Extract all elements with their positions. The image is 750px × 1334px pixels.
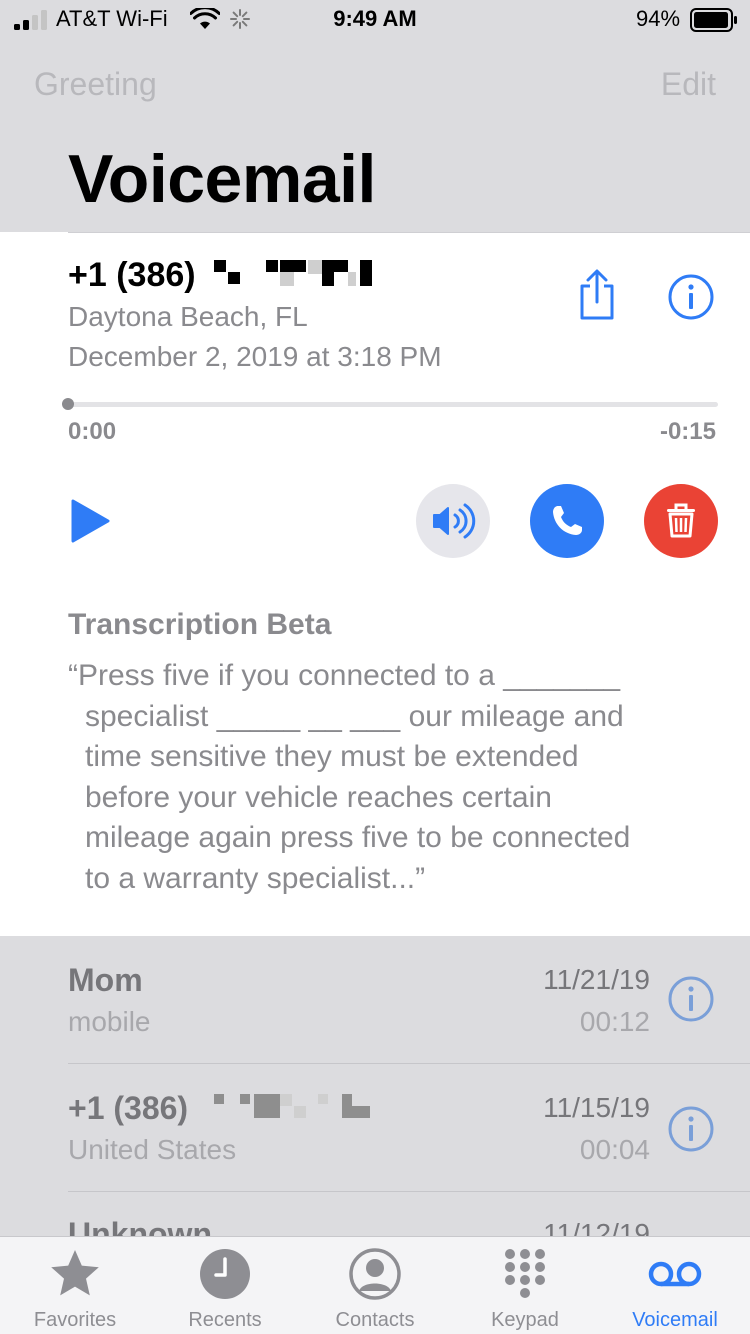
keypad-icon (505, 1249, 545, 1298)
row-caller-name: Unknown (68, 1216, 212, 1236)
transcription-line: to a warranty specialist...” (85, 861, 426, 895)
tab-label: Favorites (33, 1309, 117, 1331)
share-icon[interactable] (574, 268, 620, 322)
info-icon[interactable] (668, 1106, 714, 1152)
caller-location: Daytona Beach, FL (68, 301, 308, 332)
battery-percentage: 94% (636, 6, 681, 31)
voicemail-row[interactable]: Mom mobile 11/21/19 00:12 (0, 936, 750, 1064)
transcription-line: specialist _____ __ ___ our mileage and (85, 699, 624, 733)
row-caller-name: +1 (386) (68, 1090, 189, 1126)
tab-keypad[interactable]: Keypad (450, 1237, 600, 1334)
speaker-icon (433, 503, 476, 539)
caller-number: +1 (386) (68, 256, 196, 295)
elapsed-time: 0:00 (68, 418, 117, 445)
transcription-title: Transcription Beta (68, 608, 332, 641)
voicemail-datetime: December 2, 2019 at 3:18 PM (68, 341, 442, 372)
call-back-button[interactable] (530, 484, 604, 558)
clock-icon (200, 1249, 250, 1299)
tab-label: Contacts (335, 1309, 415, 1331)
row-caller-name: Mom (68, 962, 143, 998)
transcription-line: “Press five if you connected to a ______… (68, 659, 621, 692)
tab-bar: Favorites Recents Contacts Keypad Voicem… (0, 1236, 750, 1334)
redacted-number-block (214, 1094, 374, 1120)
tab-label: Voicemail (632, 1309, 718, 1331)
star-icon (51, 1250, 99, 1296)
transcription-text: “Press five if you connected to a ______… (68, 656, 728, 899)
row-caller-type: United States (68, 1134, 237, 1165)
row-date: 11/21/19 (543, 964, 650, 995)
transcription-line: time sensitive they must be extended (85, 740, 579, 773)
redacted-number-block (214, 260, 374, 288)
divider (68, 232, 750, 233)
tab-recents[interactable]: Recents (150, 1237, 300, 1334)
voicemail-icon (648, 1261, 702, 1287)
phone-icon (553, 506, 582, 535)
row-date: 11/15/19 (543, 1092, 650, 1123)
voicemail-row[interactable]: Unknown 11/12/19 (0, 1192, 750, 1236)
tab-contacts[interactable]: Contacts (300, 1237, 450, 1334)
voicemail-row[interactable]: +1 (386) United States 11/15/19 00:04 (0, 1064, 750, 1192)
row-duration: 00:04 (579, 1134, 650, 1165)
row-date: 11/12/19 (543, 1218, 650, 1236)
speaker-button[interactable] (416, 484, 490, 558)
info-icon[interactable] (668, 976, 714, 1022)
tab-label: Keypad (491, 1309, 559, 1331)
scrubber-handle[interactable] (62, 398, 74, 410)
page-title: Voicemail (68, 141, 376, 217)
info-icon[interactable] (668, 274, 714, 320)
tab-favorites[interactable]: Favorites (0, 1237, 150, 1334)
delete-button[interactable] (644, 484, 718, 558)
transcription-line: mileage again press five to be connected (85, 821, 631, 854)
row-duration: 00:12 (579, 1006, 650, 1037)
play-icon[interactable] (68, 498, 112, 544)
battery-icon (690, 8, 737, 32)
tab-label: Recents (188, 1309, 262, 1331)
remaining-time: -0:15 (659, 418, 716, 445)
status-bar: AT&T Wi-Fi 9:49 AM 94% (0, 0, 750, 40)
person-circle-icon (349, 1248, 401, 1300)
edit-button[interactable]: Edit (661, 66, 716, 103)
greeting-button[interactable]: Greeting (34, 66, 157, 103)
tab-voicemail[interactable]: Voicemail (600, 1237, 750, 1334)
transcription-line: before your vehicle reaches certain (85, 780, 552, 814)
caller-number-text: +1 (386) (68, 256, 196, 294)
trash-icon (667, 503, 695, 538)
playback-scrubber[interactable] (68, 402, 718, 407)
row-caller-type: mobile (68, 1006, 151, 1037)
